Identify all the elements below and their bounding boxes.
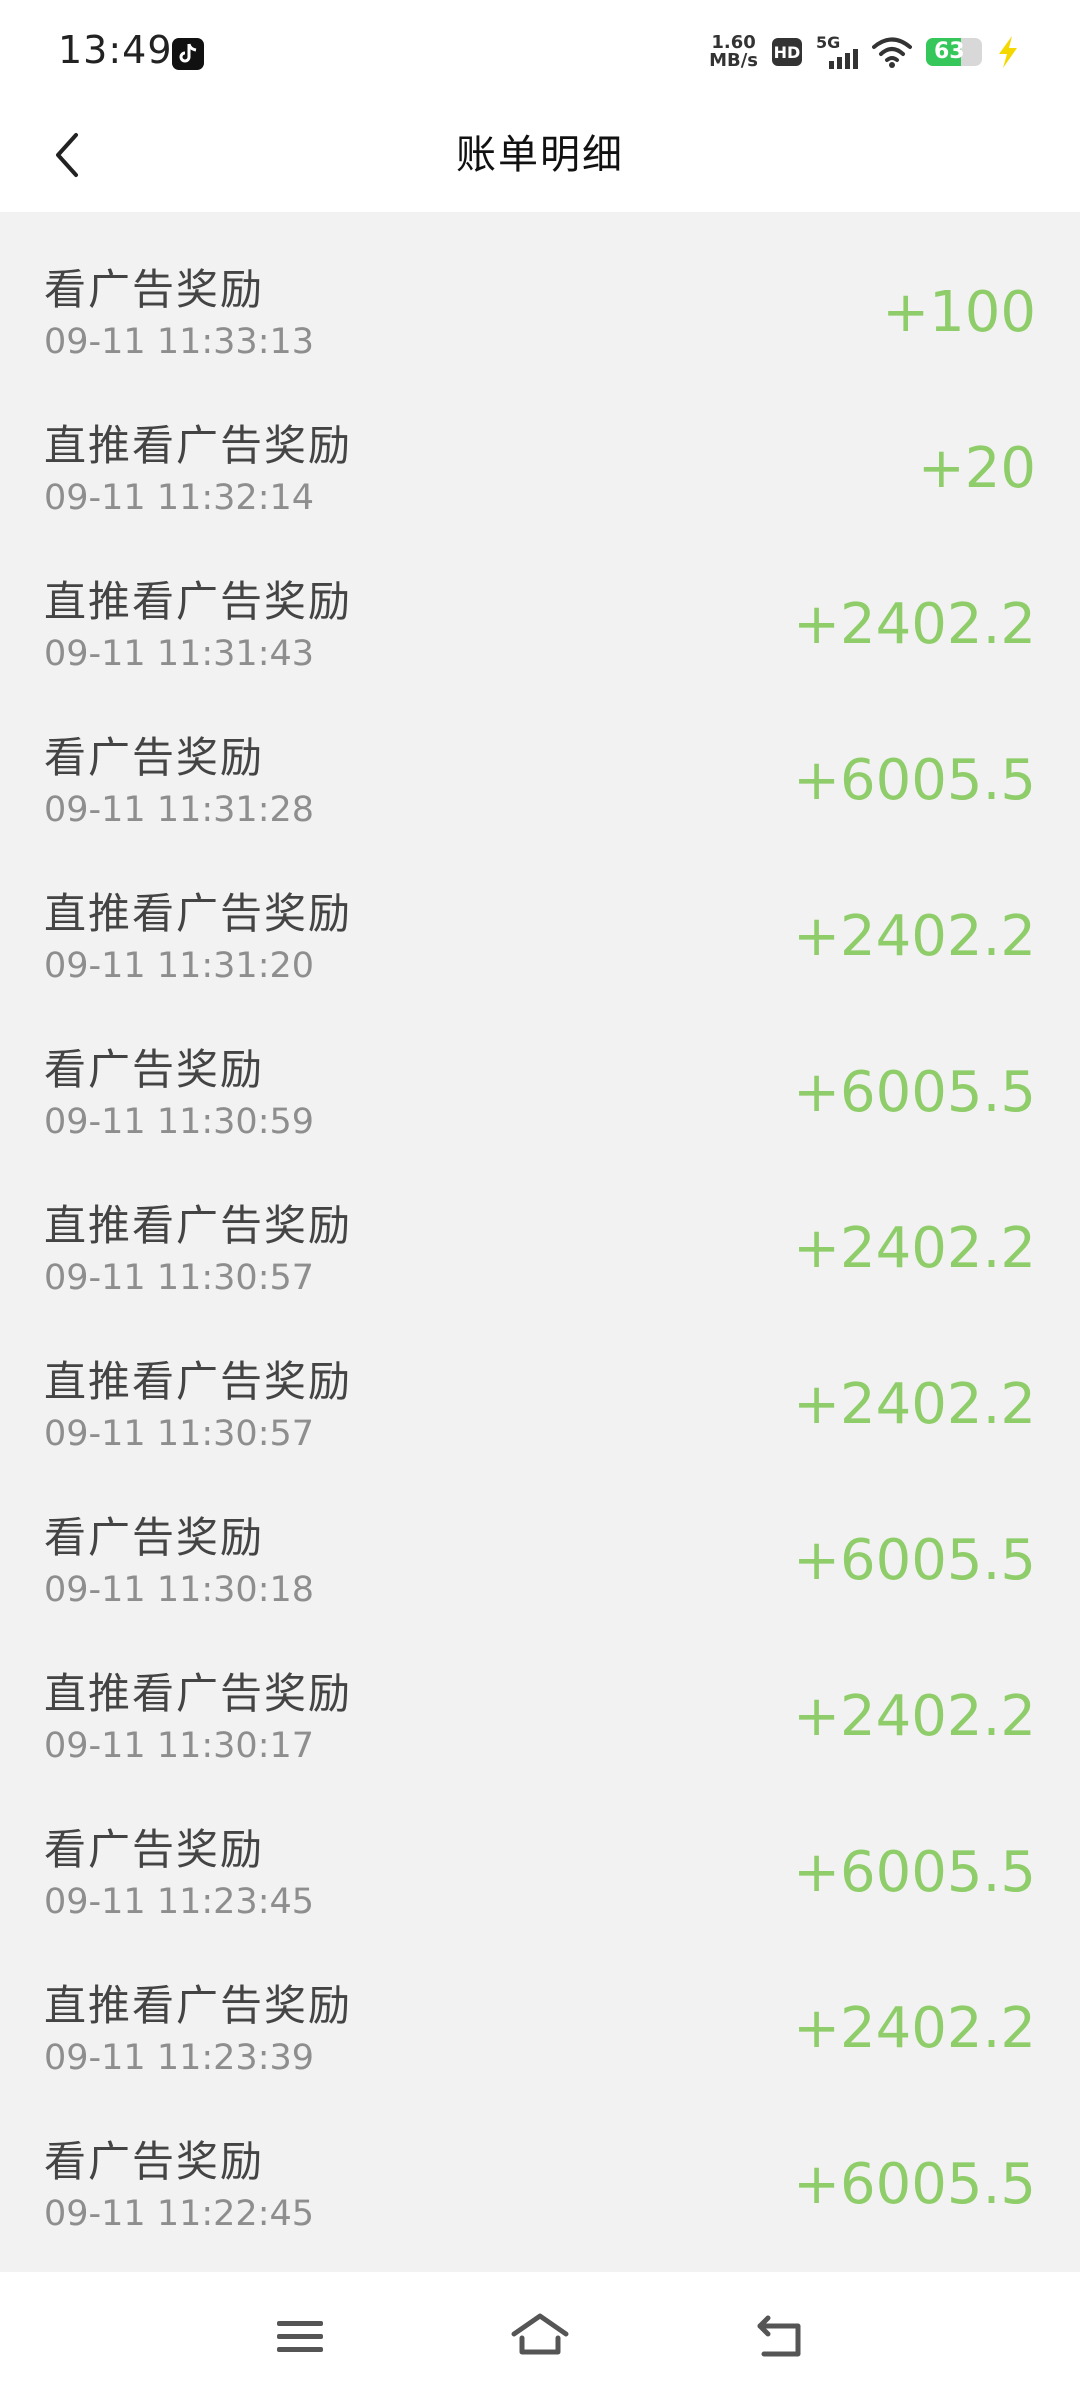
bill-time: 09-11 11:30:57: [44, 1414, 315, 1454]
status-indicators: 1.60 MB/s HD 5G 63: [709, 30, 1020, 74]
network-speed: 1.60 MB/s: [709, 34, 758, 70]
bill-time: 09-11 11:30:59: [44, 1102, 315, 1142]
bill-row[interactable]: 直推看广告奖励 09-11 11:30:17 +2402.2: [0, 1644, 1080, 1800]
bill-title: 看广告奖励: [44, 1825, 265, 1874]
bill-title: 直推看广告奖励: [44, 1201, 353, 1250]
home-icon: [511, 2313, 569, 2355]
wifi-icon: [872, 37, 912, 68]
tiktok-icon: [172, 38, 204, 70]
bill-title: 看广告奖励: [44, 1513, 265, 1562]
bill-time: 09-11 11:31:20: [44, 946, 315, 986]
bill-title: 直推看广告奖励: [44, 577, 353, 626]
header: 账单明细: [0, 100, 1080, 212]
charging-icon: [999, 36, 1017, 68]
bill-title: 看广告奖励: [44, 2137, 265, 2186]
bill-row[interactable]: 看广告奖励 09-11 11:30:18 +6005.5: [0, 1488, 1080, 1644]
status-bar: 13:49 1.60 MB/s HD 5G 63: [0, 0, 1080, 100]
bill-time: 09-11 11:31:43: [44, 634, 315, 674]
bill-amount: +2402.2: [793, 904, 1036, 969]
back-arrow-icon: [757, 2315, 801, 2357]
bill-amount: +2402.2: [793, 592, 1036, 657]
bill-time: 09-11 11:30:18: [44, 1570, 315, 1610]
bill-amount: +2402.2: [793, 1684, 1036, 1749]
page-title: 账单明细: [456, 132, 624, 178]
signal-icon: 5G: [816, 33, 858, 69]
bill-amount: +2402.2: [793, 1216, 1036, 1281]
bill-title: 直推看广告奖励: [44, 889, 353, 938]
bill-amount: +2402.2: [793, 1372, 1036, 1437]
bill-time: 09-11 11:22:45: [44, 2194, 315, 2234]
bill-time: 09-11 11:30:17: [44, 1726, 315, 1766]
bill-title: 直推看广告奖励: [44, 1669, 353, 1718]
bill-title: 看广告奖励: [44, 733, 265, 782]
bill-title: 直推看广告奖励: [44, 1981, 353, 2030]
bill-row[interactable]: 直推看广告奖励 09-11 11:30:57 +2402.2: [0, 1176, 1080, 1332]
navigation-bar: [0, 2272, 1080, 2400]
bill-row[interactable]: 直推看广告奖励 09-11 11:23:39 +2402.2: [0, 1956, 1080, 2112]
bill-amount: +2402.2: [793, 1996, 1036, 2061]
bill-row[interactable]: 直推看广告奖励 09-11 11:30:57 +2402.2: [0, 1332, 1080, 1488]
bill-time: 09-11 11:32:14: [44, 478, 315, 518]
bill-amount: +6005.5: [793, 1060, 1036, 1125]
bill-row[interactable]: 看广告奖励 09-11 11:33:13 +100: [0, 240, 1080, 396]
bill-amount: +100: [882, 280, 1036, 345]
bill-time: 09-11 11:33:13: [44, 322, 315, 362]
bill-title: 直推看广告奖励: [44, 1357, 353, 1406]
bill-row[interactable]: 看广告奖励 09-11 11:30:59 +6005.5: [0, 1020, 1080, 1176]
bill-time: 09-11 11:23:45: [44, 1882, 315, 1922]
bill-amount: +6005.5: [793, 748, 1036, 813]
bill-title: 看广告奖励: [44, 265, 265, 314]
bill-row[interactable]: 直推看广告奖励 09-11 11:31:43 +2402.2: [0, 552, 1080, 708]
nav-menu-button[interactable]: [265, 2302, 335, 2372]
battery-indicator: 63: [926, 38, 982, 66]
bill-title: 看广告奖励: [44, 1045, 265, 1094]
bill-time: 09-11 11:30:57: [44, 1258, 315, 1298]
bill-amount: +20: [917, 436, 1036, 501]
bill-row[interactable]: 看广告奖励 09-11 11:22:45 +6005.5: [0, 2112, 1080, 2268]
status-time: 13:49: [58, 28, 173, 72]
bill-time: 09-11 11:31:28: [44, 790, 315, 830]
bill-amount: +6005.5: [793, 1528, 1036, 1593]
bill-title: 直推看广告奖励: [44, 421, 353, 470]
bill-row[interactable]: 看广告奖励 09-11 11:31:28 +6005.5: [0, 708, 1080, 864]
bill-row[interactable]: 直推看广告奖励 09-11 11:31:20 +2402.2: [0, 864, 1080, 1020]
bill-list[interactable]: 看广告奖励 09-11 11:33:13 +100 直推看广告奖励 09-11 …: [0, 240, 1080, 2268]
bill-amount: +6005.5: [793, 2152, 1036, 2217]
bill-time: 09-11 11:23:39: [44, 2038, 315, 2078]
bill-row[interactable]: 直推看广告奖励 09-11 11:32:14 +20: [0, 396, 1080, 552]
battery-level: 63: [934, 39, 965, 64]
bill-amount: +6005.5: [793, 1840, 1036, 1905]
hd-badge: HD: [772, 38, 802, 66]
nav-home-button[interactable]: [505, 2302, 575, 2372]
menu-icon: [277, 2321, 323, 2352]
network-speed-unit: MB/s: [709, 50, 758, 71]
bill-row[interactable]: 看广告奖励 09-11 11:23:45 +6005.5: [0, 1800, 1080, 1956]
nav-back-button[interactable]: [745, 2302, 815, 2372]
